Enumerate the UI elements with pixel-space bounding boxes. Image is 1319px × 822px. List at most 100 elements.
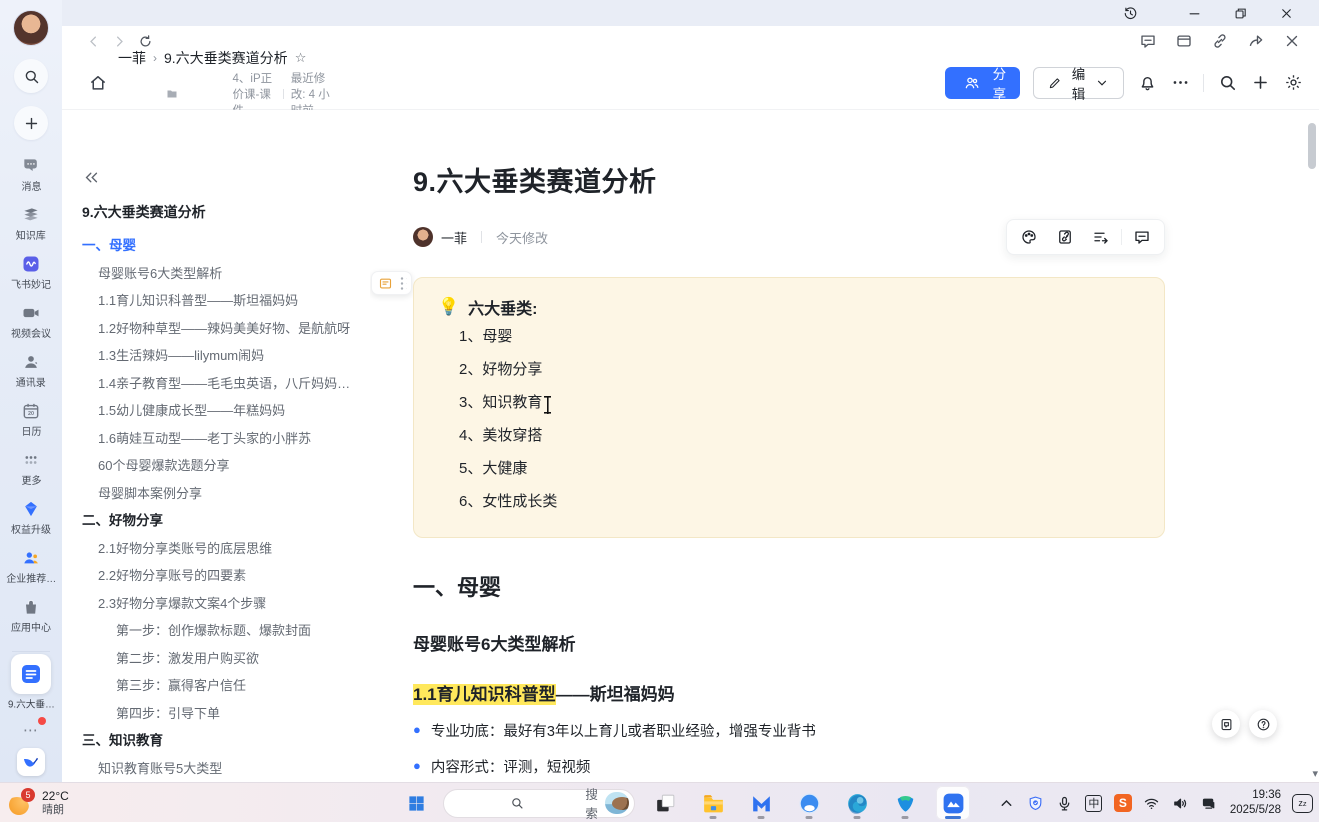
- tray-icon[interactable]: [998, 794, 1016, 812]
- comment-icon[interactable]: [1124, 220, 1160, 254]
- author-name[interactable]: 一菲: [441, 228, 467, 247]
- tray-icon[interactable]: [1172, 794, 1190, 812]
- outline-item[interactable]: 1.3生活辣妈——lilymum闹妈: [82, 342, 360, 370]
- taskbar-app[interactable]: [936, 786, 970, 820]
- outline-item[interactable]: 第二步：激发用户购买欲: [82, 645, 360, 673]
- back-button[interactable]: [80, 29, 106, 53]
- outline-item[interactable]: 第一步：创作爆款标题、爆款封面: [82, 617, 360, 645]
- user-avatar[interactable]: [13, 10, 49, 46]
- callout-item[interactable]: 3、知识教育: [459, 387, 1140, 418]
- sidebar-item[interactable]: 20 日历: [0, 395, 62, 444]
- sidebar-more-button[interactable]: ⋯: [23, 721, 39, 739]
- close-tab-icon[interactable]: [1283, 32, 1301, 50]
- tray-icon[interactable]: [1143, 794, 1161, 812]
- breadcrumb-parent[interactable]: 一菲: [118, 48, 146, 68]
- collapse-outline-icon[interactable]: [82, 168, 100, 186]
- outline-title[interactable]: 9.六大垂类赛道分析: [82, 202, 360, 222]
- outline-item[interactable]: 1.5幼儿健康成长型——年糕妈妈: [82, 397, 360, 425]
- feishu-logo-icon[interactable]: [17, 748, 45, 776]
- doc-title[interactable]: 9.六大垂类赛道分析: [413, 160, 1165, 199]
- help-button[interactable]: [1249, 710, 1277, 738]
- history-icon[interactable]: [1107, 0, 1153, 26]
- taskbar-weather[interactable]: 5 22°C 晴朗: [8, 783, 69, 822]
- search-highlight-image[interactable]: [605, 792, 629, 814]
- outline-item[interactable]: 二、好物分享: [82, 507, 360, 535]
- tray-icon[interactable]: [1027, 794, 1045, 812]
- breadcrumb-title[interactable]: 9.六大垂类赛道分析: [164, 48, 288, 68]
- bullet-item[interactable]: ● 内容形式：评测，短视频: [413, 756, 1165, 777]
- taskbar-app[interactable]: [696, 786, 730, 820]
- heading-1[interactable]: 一、母婴: [413, 570, 1165, 602]
- taskbar-app[interactable]: [744, 786, 778, 820]
- sidebar-item[interactable]: 消息: [0, 150, 62, 199]
- outline-item[interactable]: 1.2好物种草型——辣妈美美好物、是航航呀: [82, 315, 360, 343]
- outline-item[interactable]: 1.1育儿知识科普型——斯坦福妈妈: [82, 287, 360, 315]
- sidebar-doc-tab[interactable]: [11, 654, 51, 694]
- outline-item[interactable]: 母婴脚本案例分享: [82, 480, 360, 508]
- restore-button[interactable]: [1217, 0, 1263, 26]
- sidebar-item[interactable]: 企业推荐…: [0, 542, 62, 591]
- sidebar-search-button[interactable]: [14, 59, 48, 93]
- author-avatar[interactable]: [413, 227, 433, 247]
- outline-item[interactable]: 三、知识教育: [82, 727, 360, 755]
- notification-center-icon[interactable]: zz: [1292, 794, 1313, 813]
- edit-button[interactable]: 编辑: [1033, 67, 1124, 99]
- settings-gear-icon[interactable]: [1283, 73, 1303, 93]
- callout-item[interactable]: 2、好物分享: [459, 354, 1140, 385]
- star-icon[interactable]: ☆: [295, 50, 307, 66]
- minimize-button[interactable]: [1171, 0, 1217, 26]
- scrollbar-thumb[interactable]: [1308, 123, 1316, 169]
- outline-item[interactable]: 2.1好物分享类账号的底层思维: [82, 535, 360, 563]
- tray-icon[interactable]: 中: [1085, 794, 1103, 812]
- taskbar-clock[interactable]: 19:36 2025/5/28: [1230, 788, 1281, 818]
- translate-list-icon[interactable]: [1083, 220, 1119, 254]
- share-button[interactable]: 分享: [945, 67, 1020, 99]
- start-button[interactable]: [402, 789, 430, 817]
- taskbar-app[interactable]: [840, 786, 874, 820]
- callout-item[interactable]: 4、美妆穿搭: [459, 420, 1140, 451]
- taskbar-app[interactable]: [888, 786, 922, 820]
- sidebar-item[interactable]: 飞书妙记: [0, 248, 62, 297]
- outline-item[interactable]: 2.3好物分享爆款文案4个步骤: [82, 590, 360, 618]
- heading-2[interactable]: 母婴账号6大类型解析: [413, 630, 1165, 655]
- tray-icon[interactable]: S: [1114, 794, 1132, 812]
- bullet-item[interactable]: ● 专业功底：最好有3年以上育儿或者职业经验，增强专业背书: [413, 720, 1165, 741]
- bell-icon[interactable]: [1137, 73, 1157, 93]
- close-button[interactable]: [1263, 0, 1309, 26]
- callout-item[interactable]: 6、女性成长类: [459, 486, 1140, 517]
- more-actions-icon[interactable]: [1170, 73, 1190, 93]
- new-doc-icon[interactable]: [1250, 73, 1270, 93]
- sidebar-item[interactable]: 通讯录: [0, 346, 62, 395]
- doc-link-icon[interactable]: [1047, 220, 1083, 254]
- copy-link-icon[interactable]: [1211, 32, 1229, 50]
- home-icon[interactable]: [88, 73, 108, 93]
- outline-item[interactable]: 第三步：赢得客户信任: [82, 672, 360, 700]
- taskbar-app[interactable]: [792, 786, 826, 820]
- outline-item[interactable]: 知识教育账号5大类型: [82, 755, 360, 783]
- tray-icon[interactable]: [1201, 794, 1219, 812]
- outline-item[interactable]: 2.2好物分享账号的四要素: [82, 562, 360, 590]
- feedback-icon[interactable]: [1139, 32, 1157, 50]
- sidebar-create-button[interactable]: [14, 106, 48, 140]
- tray-icon[interactable]: [1056, 794, 1074, 812]
- scroll-down-icon[interactable]: ▾: [1312, 767, 1318, 780]
- outline-item[interactable]: 一、母婴: [82, 232, 360, 260]
- outline-item[interactable]: 母婴账号6大类型解析: [82, 260, 360, 288]
- open-external-icon[interactable]: [1247, 32, 1265, 50]
- taskbar-app[interactable]: [648, 786, 682, 820]
- heading-3[interactable]: 1.1育儿知识科普型——斯坦福妈妈: [413, 680, 1165, 705]
- drag-handle-icon[interactable]: [399, 276, 407, 290]
- callout-item[interactable]: 1、母婴: [459, 321, 1140, 352]
- scrollbar[interactable]: [1308, 115, 1316, 774]
- window-mode-icon[interactable]: [1175, 32, 1193, 50]
- outline-item[interactable]: 第四步：引导下单: [82, 700, 360, 728]
- notes-widget-button[interactable]: [1212, 710, 1240, 738]
- outline-item[interactable]: 1.6萌娃互动型——老丁头家的小胖苏: [82, 425, 360, 453]
- callout-item[interactable]: 5、大健康: [459, 453, 1140, 484]
- outline-item[interactable]: 1.4亲子教育型——毛毛虫英语，八斤妈妈讲…: [82, 370, 360, 398]
- block-handle[interactable]: [371, 271, 412, 295]
- sidebar-item[interactable]: 更多: [0, 444, 62, 493]
- sidebar-item[interactable]: 权益升级: [0, 493, 62, 542]
- doc-search-icon[interactable]: [1217, 73, 1237, 93]
- sidebar-item[interactable]: 应用中心: [0, 591, 62, 640]
